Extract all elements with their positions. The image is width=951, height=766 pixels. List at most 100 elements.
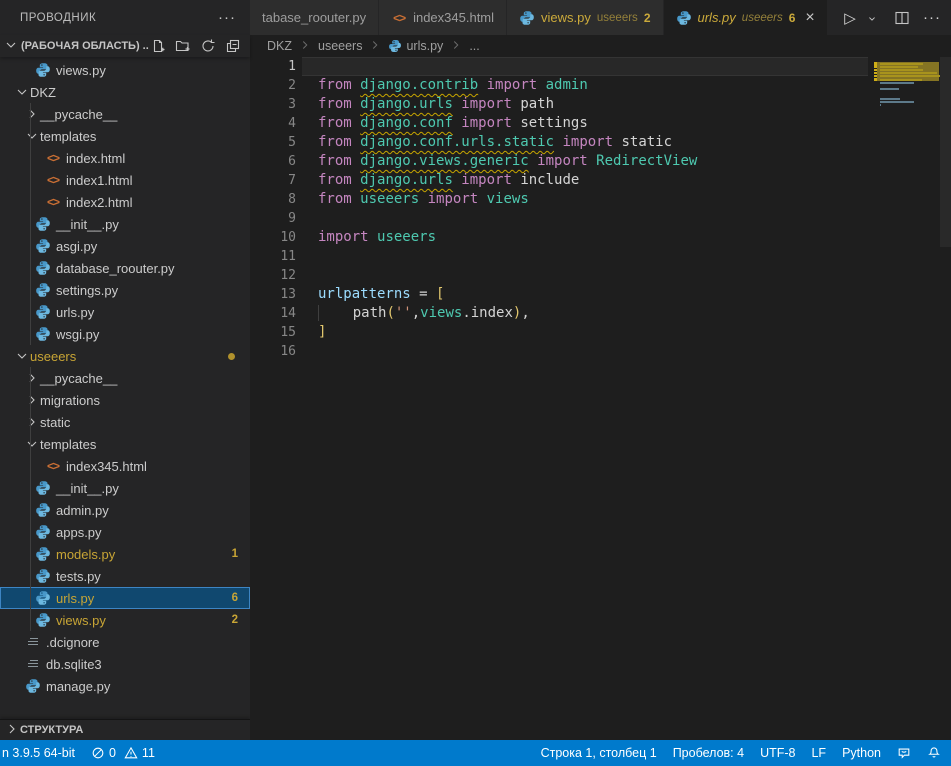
code-line-9[interactable]: 9 (250, 209, 951, 228)
status-cursor-position[interactable]: Строка 1, столбец 1 (541, 746, 657, 760)
explorer-more-icon[interactable]: ··· (218, 9, 236, 26)
editor-scrollbar[interactable] (940, 57, 951, 247)
breadcrumb-item[interactable]: urls.py (388, 39, 443, 53)
tree-item-__init__.py[interactable]: __init__.py (0, 477, 250, 499)
minimap-line (880, 72, 937, 74)
status-eol[interactable]: LF (811, 746, 826, 760)
modified-dot-badge (228, 353, 235, 360)
problems-badge: 6 (232, 592, 238, 604)
feedback-icon (897, 746, 911, 760)
code-line-2[interactable]: 2from django.contrib import admin (250, 76, 951, 95)
chevron-right-icon (4, 721, 20, 740)
tree-item-admin.py[interactable]: admin.py (0, 499, 250, 521)
tab-label: urls.py (698, 10, 736, 25)
code-editor[interactable]: 12from django.contrib import admin3from … (250, 57, 951, 740)
warning-icon (124, 746, 138, 760)
collapse-all-icon[interactable] (224, 37, 242, 55)
status-encoding[interactable]: UTF-8 (760, 746, 795, 760)
tab-index345.html[interactable]: <>index345.html (379, 0, 507, 35)
tree-item-models.py[interactable]: models.py1 (0, 543, 250, 565)
status-feedback[interactable] (897, 746, 911, 760)
tab-urls.py[interactable]: urls.pyuseeers6× (664, 0, 828, 35)
tree-item-.dcignore[interactable]: .dcignore (0, 631, 250, 653)
python-file-icon (35, 62, 51, 78)
minimap[interactable] (874, 59, 940, 299)
code-line-16[interactable]: 16 (250, 342, 951, 361)
tab-views.py[interactable]: views.pyuseeers2 (507, 0, 663, 35)
status-indentation[interactable]: Пробелов: 4 (673, 746, 744, 760)
minimap-line (880, 104, 881, 106)
tree-item-migrations[interactable]: migrations (0, 389, 250, 411)
new-file-icon[interactable] (149, 37, 167, 55)
tree-item-__pycache__[interactable]: __pycache__ (0, 367, 250, 389)
tree-item-templates[interactable]: templates (0, 433, 250, 455)
tree-item-useeers[interactable]: useeers (0, 345, 250, 367)
tree-item-settings.py[interactable]: settings.py (0, 279, 250, 301)
line-number: 4 (250, 114, 296, 133)
tree-item-tests.py[interactable]: tests.py (0, 565, 250, 587)
run-icon[interactable]: ▷ (841, 7, 859, 29)
code-line-8[interactable]: 8from useeers import views (250, 190, 951, 209)
python-file-icon (35, 502, 51, 518)
code-line-12[interactable]: 12 (250, 266, 951, 285)
split-editor-icon[interactable] (893, 7, 911, 29)
outline-section-header[interactable]: СТРУКТУРА (0, 719, 250, 740)
code-line-11[interactable]: 11 (250, 247, 951, 266)
new-folder-icon[interactable] (174, 37, 192, 55)
python-file-icon (35, 282, 51, 298)
tree-item-urls.py[interactable]: urls.py 6 (0, 587, 250, 609)
tree-item-index2.html[interactable]: <>index2.html (0, 191, 250, 213)
tree-item-index.html[interactable]: <>index.html (0, 147, 250, 169)
run-dropdown-icon[interactable] (863, 7, 881, 29)
code-line-6[interactable]: 6from django.views.generic import Redire… (250, 152, 951, 171)
tab-tabase_roouter.py[interactable]: tabase_roouter.py (250, 0, 379, 35)
code-line-4[interactable]: 4from django.conf import settings (250, 114, 951, 133)
tree-item-database_roouter.py[interactable]: database_roouter.py (0, 257, 250, 279)
tree-item-wsgi.py[interactable]: wsgi.py (0, 323, 250, 345)
status-python-interpreter[interactable]: n 3.9.5 64-bit (2, 746, 75, 760)
status-notifications[interactable] (927, 746, 941, 760)
more-actions-icon[interactable]: ··· (923, 7, 941, 29)
breadcrumb-separator-icon (368, 38, 382, 55)
tree-item-__init__.py[interactable]: __init__.py (0, 213, 250, 235)
tree-item-__pycache__[interactable]: __pycache__ (0, 103, 250, 125)
tree-item-asgi.py[interactable]: asgi.py (0, 235, 250, 257)
problems-badge: 2 (232, 614, 238, 626)
code-line-15[interactable]: 15] (250, 323, 951, 342)
code-line-3[interactable]: 3from django.urls import path (250, 95, 951, 114)
tree-item-views.py[interactable]: views.py (0, 59, 250, 81)
code-line-14[interactable]: 14 path('',views.index), (250, 304, 951, 323)
close-icon[interactable]: × (805, 10, 814, 26)
breadcrumb-item[interactable]: useeers (318, 39, 362, 53)
status-problems-errors[interactable]: 0 (91, 746, 116, 760)
tree-item-templates[interactable]: templates (0, 125, 250, 147)
line-number: 3 (250, 95, 296, 114)
minimap-line (880, 66, 918, 68)
python-file-icon (35, 304, 51, 320)
refresh-icon[interactable] (199, 37, 217, 55)
editor-group: tabase_roouter.py<>index345.htmlviews.py… (250, 0, 951, 740)
breadcrumb-item[interactable]: DKZ (267, 39, 292, 53)
tree-item-views.py[interactable]: views.py2 (0, 609, 250, 631)
tree-item-label: urls.py (56, 591, 94, 606)
tree-item-apps.py[interactable]: apps.py (0, 521, 250, 543)
breadcrumb-item[interactable]: ... (469, 39, 479, 53)
code-line-5[interactable]: 5from django.conf.urls.static import sta… (250, 133, 951, 152)
tree-item-label: settings.py (56, 283, 118, 298)
tree-item-urls.py[interactable]: urls.py (0, 301, 250, 323)
tree-item-db.sqlite3[interactable]: db.sqlite3 (0, 653, 250, 675)
code-line-1[interactable]: 1 (250, 57, 951, 76)
tree-item-DKZ[interactable]: DKZ (0, 81, 250, 103)
tree-item-index345.html[interactable]: <>index345.html (0, 455, 250, 477)
breadcrumb-label: urls.py (406, 39, 443, 53)
code-line-13[interactable]: 13urlpatterns = [ (250, 285, 951, 304)
tree-item-index1.html[interactable]: <>index1.html (0, 169, 250, 191)
code-line-10[interactable]: 10import useeers (250, 228, 951, 247)
status-problems-warnings[interactable]: 11 (124, 746, 155, 760)
tree-item-manage.py[interactable]: manage.py (0, 675, 250, 697)
code-line-7[interactable]: 7from django.urls import include (250, 171, 951, 190)
status-language-mode[interactable]: Python (842, 746, 881, 760)
workspace-section-header[interactable]: (РАБОЧАЯ ОБЛАСТЬ) ... (0, 35, 250, 57)
tree-item-label: urls.py (56, 305, 94, 320)
tree-item-static[interactable]: static (0, 411, 250, 433)
